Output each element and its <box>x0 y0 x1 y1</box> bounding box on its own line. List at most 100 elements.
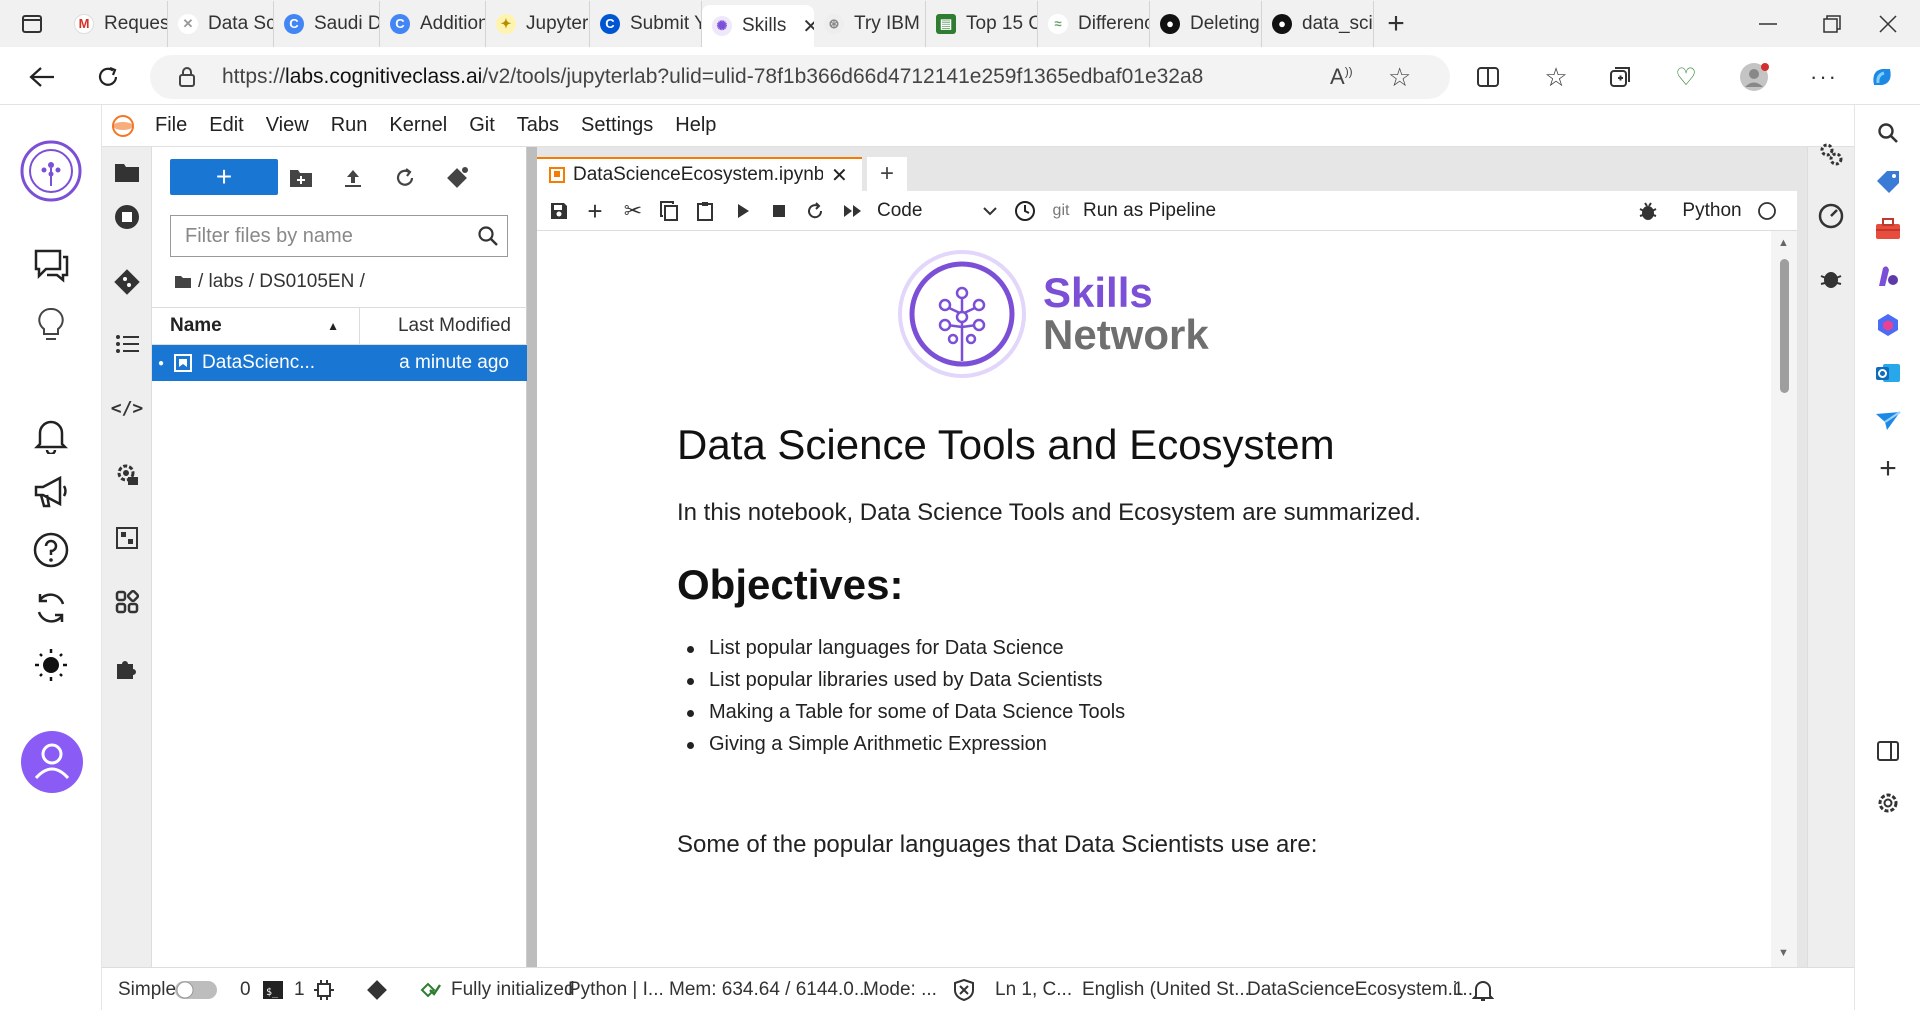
tab-actions-icon[interactable] <box>0 0 64 47</box>
run-icon[interactable] <box>727 195 759 227</box>
lsp-status-text[interactable]: Fully initialized <box>451 968 575 1011</box>
new-tab-button[interactable]: + <box>1374 0 1418 47</box>
add-sidebar-item-icon[interactable]: + <box>1870 451 1906 487</box>
running-stop-icon[interactable] <box>102 192 152 242</box>
browser-tab-active[interactable]: ✺ Skills ✕ <box>702 5 814 47</box>
window-close-icon[interactable] <box>1856 0 1920 47</box>
sync-icon[interactable] <box>26 583 76 633</box>
bell-icon[interactable] <box>26 410 76 460</box>
theme-sun-icon[interactable] <box>26 640 76 690</box>
last-modified-column-header[interactable]: Last Modified <box>360 308 527 344</box>
hide-sidebar-icon[interactable] <box>1870 733 1906 769</box>
upload-icon[interactable] <box>336 161 370 195</box>
browser-tab-3[interactable]: C Addition <box>380 0 486 47</box>
search-icon[interactable] <box>1870 115 1906 151</box>
scrollbar-thumb[interactable] <box>1780 259 1789 393</box>
clock-icon[interactable] <box>1009 195 1041 227</box>
performance-icon[interactable]: ♡ <box>1666 57 1706 97</box>
minimize-icon[interactable] <box>1736 0 1800 47</box>
git-icon[interactable] <box>102 257 152 307</box>
lsp-status-icon[interactable] <box>420 968 442 1011</box>
favorite-star-icon[interactable]: ☆ <box>1388 62 1411 93</box>
debugger-bug-icon[interactable] <box>1814 261 1848 295</box>
folder-icon[interactable] <box>174 275 192 289</box>
refresh-icon[interactable] <box>388 161 422 195</box>
pipeline-components-icon[interactable] <box>102 577 152 627</box>
toolbox-icon[interactable] <box>1870 211 1906 247</box>
browser-tab-10[interactable]: ● Deleting <box>1150 0 1262 47</box>
git-diff-button[interactable]: git <box>1043 195 1079 227</box>
restart-icon[interactable] <box>799 195 831 227</box>
copy-icon[interactable] <box>653 195 685 227</box>
language-indicator[interactable]: English (United St... <box>1082 968 1250 1011</box>
kernel-info[interactable]: Python | I... <box>568 968 664 1011</box>
chat-icon[interactable] <box>26 240 76 290</box>
profile-avatar[interactable] <box>1734 57 1774 97</box>
filter-files-input[interactable]: Filter files by name <box>170 215 508 257</box>
back-arrow-icon[interactable] <box>22 57 62 97</box>
restore-icon[interactable] <box>1800 0 1864 47</box>
menu-kernel[interactable]: Kernel <box>378 114 458 137</box>
breadcrumb-path[interactable]: / labs / DS0105EN / <box>198 271 365 293</box>
megaphone-icon[interactable] <box>26 467 76 517</box>
cell-type-select[interactable]: Code <box>877 195 997 227</box>
more-options-icon[interactable]: ··· <box>1804 57 1844 97</box>
menu-run[interactable]: Run <box>320 114 379 137</box>
browser-tab-4[interactable]: ✦JupyterLi <box>486 0 590 47</box>
microsoft-365-icon[interactable] <box>1870 307 1906 343</box>
debugger-bug-icon[interactable] <box>1632 195 1664 227</box>
lightbulb-icon[interactable] <box>26 300 76 350</box>
menu-tabs[interactable]: Tabs <box>506 114 570 137</box>
user-avatar[interactable] <box>20 730 84 794</box>
table-of-contents-icon[interactable] <box>102 319 152 369</box>
extension-settings-icon[interactable] <box>102 449 152 499</box>
browser-tab-9[interactable]: ≈ Differenc <box>1038 0 1150 47</box>
cursor-position[interactable]: Ln 1, C... <box>995 968 1072 1011</box>
reload-icon[interactable] <box>88 57 128 97</box>
menu-help[interactable]: Help <box>664 114 727 137</box>
browser-tab-5[interactable]: C Submit Y <box>590 0 702 47</box>
new-folder-icon[interactable] <box>284 161 318 195</box>
menu-edit[interactable]: Edit <box>198 114 254 137</box>
split-screen-icon[interactable] <box>1468 57 1508 97</box>
browser-tab-1[interactable]: ✕Data Scie <box>168 0 274 47</box>
folder-icon[interactable] <box>102 147 152 197</box>
scroll-up-icon[interactable]: ▲ <box>1778 237 1789 249</box>
stop-icon[interactable] <box>763 195 795 227</box>
browser-tab-2[interactable]: CSaudi Dic <box>274 0 380 47</box>
property-settings-icon[interactable] <box>1814 137 1848 171</box>
tab-notebook[interactable]: DataScienceEcosystem.ipynb ✕ <box>537 157 862 191</box>
skills-network-logo[interactable] <box>20 140 82 202</box>
name-column-header[interactable]: Name ▲ <box>152 308 360 344</box>
kernel-name[interactable]: Python <box>1677 195 1747 227</box>
notebook-scrollbar[interactable]: ▲ ▼ <box>1771 231 1797 967</box>
panel-splitter[interactable] <box>527 147 537 967</box>
add-tab-button[interactable]: + <box>867 157 907 191</box>
new-launcher-button[interactable]: + <box>170 159 278 195</box>
help-icon[interactable] <box>26 525 76 575</box>
terminal-icon[interactable]: $_ <box>262 968 284 1011</box>
simple-mode-toggle[interactable] <box>174 968 218 1011</box>
browser-tab-8[interactable]: ▤ Top 15 O <box>926 0 1038 47</box>
run-as-pipeline-button[interactable]: Run as Pipeline <box>1083 195 1233 227</box>
browser-tab-0[interactable]: M Request <box>64 0 168 47</box>
settings-gear-icon[interactable] <box>1870 785 1906 821</box>
menu-settings[interactable]: Settings <box>570 114 664 137</box>
menu-file[interactable]: File <box>144 114 198 137</box>
restart-run-all-icon[interactable] <box>837 195 869 227</box>
code-snippets-icon[interactable]: </> <box>102 383 152 433</box>
property-inspector-icon[interactable] <box>102 513 152 563</box>
cut-icon[interactable]: ✂ <box>617 195 649 227</box>
save-icon[interactable] <box>543 195 575 227</box>
scroll-down-icon[interactable]: ▼ <box>1778 947 1789 959</box>
menu-git[interactable]: Git <box>458 114 506 137</box>
gauge-icon[interactable] <box>1814 199 1848 233</box>
collections-icon[interactable] <box>1600 57 1640 97</box>
insert-cell-icon[interactable]: + <box>579 195 611 227</box>
editor-mode[interactable]: Mode: ... <box>863 968 937 1011</box>
paste-icon[interactable] <box>689 195 721 227</box>
read-aloud-icon[interactable]: A)) <box>1330 64 1353 90</box>
kernel-gear-icon[interactable] <box>314 968 334 1011</box>
git-clone-icon[interactable] <box>440 161 474 195</box>
close-tab-icon[interactable]: ✕ <box>831 163 848 188</box>
